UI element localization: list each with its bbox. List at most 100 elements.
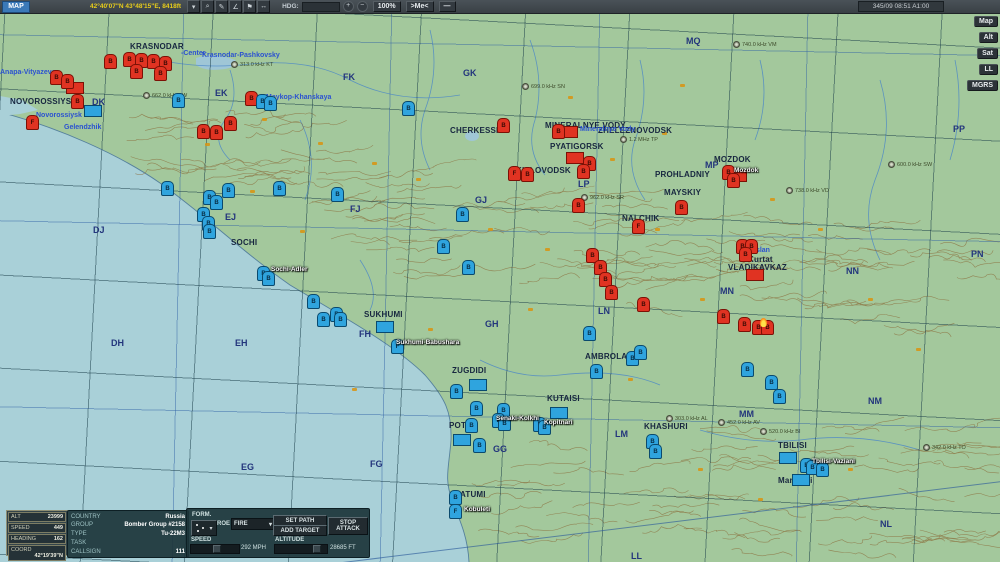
map-markers-layer[interactable]: DK EK FK GK MQ PP DJ EJ FJ GJ LP MP DH EH FH GH LN MN NN PN…: [0, 0, 1000, 562]
blue-airbase-marker[interactable]: [453, 434, 471, 446]
blue-unit-marker[interactable]: B: [264, 96, 277, 111]
blue-airbase-marker[interactable]: [469, 379, 487, 391]
blue-unit-marker[interactable]: B: [307, 294, 320, 309]
dropdown-icon[interactable]: ▾: [187, 0, 201, 13]
map-mode-button-ll[interactable]: LL: [979, 64, 998, 75]
draw-tool-icon[interactable]: ✎: [215, 0, 229, 13]
city-label: PROHLADNIY: [655, 170, 710, 179]
red-unit-marker[interactable]: B: [104, 54, 117, 69]
blue-unit-marker[interactable]: B: [172, 93, 185, 108]
red-unit-marker[interactable]: B: [197, 124, 210, 139]
blue-unit-marker[interactable]: B: [450, 384, 463, 399]
zoom-level-box[interactable]: 100%: [372, 1, 401, 12]
red-unit-marker[interactable]: B: [61, 74, 74, 89]
airfield-label: Novorossiysk: [36, 112, 82, 119]
grid-label: PP: [953, 124, 966, 134]
zoom-out-button[interactable]: −: [356, 1, 368, 12]
red-unit-marker[interactable]: B: [210, 125, 223, 140]
top-toolbar: MAP 42°40'07"N 43°48'15"E, 8418ft ▾ ⌕ ✎ ∠ ⚑ ↔…: [0, 0, 1000, 14]
blue-unit-marker[interactable]: B: [470, 401, 483, 416]
blue-unit-marker[interactable]: B: [331, 187, 344, 202]
blue-unit-marker[interactable]: B: [203, 224, 216, 239]
detail-row-country: COUNTRY Russia: [71, 513, 185, 520]
altitude-slider-handle[interactable]: [313, 545, 322, 553]
blue-unit-marker[interactable]: B: [634, 345, 647, 360]
map-mode-button-alt[interactable]: Alt: [978, 32, 998, 43]
red-unit-marker[interactable]: B: [637, 297, 650, 312]
speed-slider[interactable]: [190, 544, 240, 554]
map-mode-button-mgrs[interactable]: MGRS: [967, 80, 998, 91]
red-unit-marker[interactable]: B: [497, 118, 510, 133]
blue-unit-marker[interactable]: B: [402, 101, 415, 116]
blue-unit-marker[interactable]: B: [222, 183, 235, 198]
red-unit-marker[interactable]: B: [224, 116, 237, 131]
city-label: KRASNODAR: [130, 42, 184, 51]
blue-unit-marker[interactable]: B: [334, 312, 347, 327]
blue-unit-marker[interactable]: B: [273, 181, 286, 196]
map-mode-button-sat[interactable]: Sat: [977, 48, 998, 59]
blue-unit-marker[interactable]: B: [649, 444, 662, 459]
blue-unit-marker[interactable]: B: [456, 207, 469, 222]
measure-tool-icon[interactable]: ∠: [229, 0, 243, 13]
blue-unit-marker[interactable]: B: [449, 490, 462, 505]
blue-unit-marker[interactable]: B: [473, 438, 486, 453]
altitude-slider[interactable]: [274, 544, 328, 554]
altitude-value: 28685 FT: [330, 545, 356, 551]
red-unit-marker[interactable]: B: [675, 200, 688, 215]
chevron-down-icon: ▾: [268, 521, 272, 528]
pan-tool-icon[interactable]: ↔: [257, 0, 271, 13]
red-airbase-marker[interactable]: [566, 152, 584, 164]
red-unit-marker[interactable]: F: [508, 166, 521, 181]
add-target-button[interactable]: ADD TARGET: [273, 525, 327, 536]
red-unit-marker[interactable]: B: [154, 66, 167, 81]
red-unit-marker[interactable]: B: [738, 317, 751, 332]
status-row-label: ALT: [11, 514, 21, 520]
blue-airbase-marker[interactable]: [376, 321, 394, 333]
red-unit-marker[interactable]: F: [632, 219, 645, 234]
blue-unit-marker[interactable]: B: [583, 326, 596, 341]
city-label: MOZDOK: [714, 155, 751, 164]
red-unit-marker[interactable]: F: [26, 115, 39, 130]
blue-unit-marker[interactable]: B: [437, 239, 450, 254]
red-unit-marker[interactable]: B: [552, 124, 565, 139]
heading-field[interactable]: [301, 1, 340, 12]
red-unit-marker[interactable]: B: [727, 173, 740, 188]
blue-airbase-marker[interactable]: [84, 105, 102, 117]
blue-unit-marker[interactable]: B: [317, 312, 330, 327]
blue-airbase-marker[interactable]: [779, 452, 797, 464]
roe-dropdown[interactable]: FIRE ▾: [231, 518, 275, 530]
blue-unit-marker[interactable]: B: [773, 389, 786, 404]
collapse-button[interactable]: —: [438, 1, 456, 12]
map-mode-badge[interactable]: MAP: [2, 0, 30, 13]
speed-slider-handle[interactable]: [212, 545, 221, 553]
formation-dropdown[interactable]: ▾: [191, 520, 217, 536]
blue-unit-marker[interactable]: B: [161, 181, 174, 196]
blue-unit-marker[interactable]: B: [462, 260, 475, 275]
red-unit-marker[interactable]: B: [130, 64, 143, 79]
zoom-in-button[interactable]: +: [342, 1, 354, 12]
red-unit-marker[interactable]: B: [577, 164, 590, 179]
flag-tool-icon[interactable]: ⚑: [243, 0, 257, 13]
blue-unit-marker[interactable]: B: [765, 375, 778, 390]
red-unit-marker[interactable]: B: [521, 167, 534, 182]
detail-row-value: Tu-22M3: [161, 531, 185, 537]
red-unit-marker[interactable]: B: [717, 309, 730, 324]
red-unit-marker[interactable]: B: [739, 247, 752, 262]
zoom-tool-icon[interactable]: ⌕: [201, 0, 215, 13]
blue-unit-marker[interactable]: B: [741, 362, 754, 377]
red-unit-marker[interactable]: B: [572, 198, 585, 213]
blue-unit-marker[interactable]: B: [262, 271, 275, 286]
red-airbase-marker[interactable]: [746, 269, 764, 281]
center-on-me-button[interactable]: >Me<: [405, 1, 434, 12]
stop-attack-button[interactable]: STOP ATTACK: [328, 517, 368, 535]
blue-airbase-marker[interactable]: [550, 407, 568, 419]
altitude-label: ALTITUDE: [275, 537, 305, 543]
blue-unit-marker[interactable]: F: [449, 504, 462, 519]
blue-unit-marker[interactable]: B: [590, 364, 603, 379]
red-unit-marker[interactable]: B: [71, 94, 84, 109]
blue-unit-marker[interactable]: B: [465, 418, 478, 433]
blue-airbase-marker[interactable]: [792, 474, 810, 486]
red-unit-marker[interactable]: B: [605, 285, 618, 300]
blue-unit-marker[interactable]: B: [210, 195, 223, 210]
map-mode-button-map[interactable]: Map: [974, 16, 998, 27]
